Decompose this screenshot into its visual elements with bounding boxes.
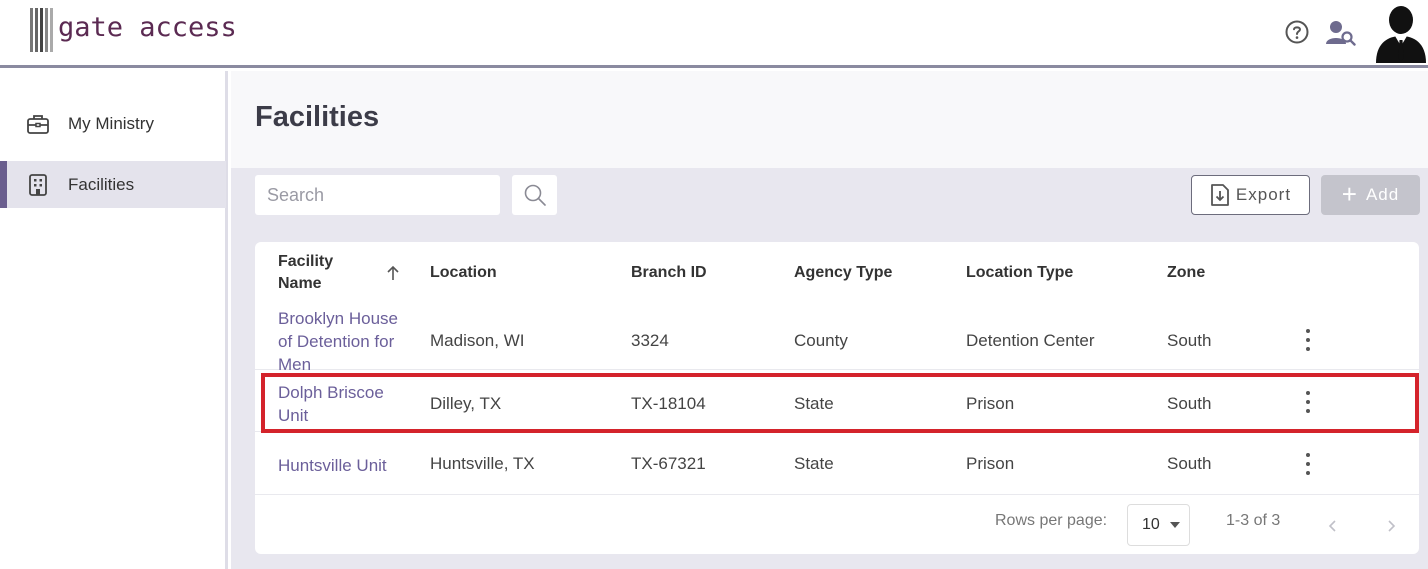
zone-cell: South	[1167, 394, 1212, 413]
sidebar-item-label: My Ministry	[68, 113, 154, 133]
table-row[interactable]: Dolph Briscoe Unit Dilley, TX TX-18104 S…	[255, 370, 1419, 432]
app-logo[interactable]: gate access	[30, 8, 237, 52]
chevron-right-icon[interactable]	[1381, 517, 1401, 535]
caret-down-icon	[1169, 522, 1180, 528]
column-header-location[interactable]: Location	[430, 242, 497, 304]
column-header-agency-type[interactable]: Agency Type	[794, 242, 892, 304]
column-header-zone[interactable]: Zone	[1167, 242, 1205, 304]
agency-type-cell: State	[794, 394, 834, 413]
export-button[interactable]: Export	[1191, 175, 1310, 215]
title-band: Facilities	[231, 71, 1428, 168]
help-circle-icon[interactable]	[1285, 20, 1309, 44]
main-content: Facilities Export + Add Facility Name Lo…	[231, 71, 1428, 569]
sidebar-item-facilities[interactable]: Facilities	[0, 161, 226, 208]
location-cell: Madison, WI	[430, 331, 525, 350]
user-avatar[interactable]	[1374, 3, 1428, 63]
briefcase-icon	[26, 112, 50, 136]
facilities-table: Facility Name Location Branch ID Agency …	[255, 242, 1419, 554]
plus-icon: +	[1341, 178, 1358, 209]
branch-id-cell: TX-67321	[631, 454, 706, 473]
row-menu-icon[interactable]	[1301, 329, 1315, 351]
chevron-left-icon[interactable]	[1323, 517, 1343, 535]
row-menu-icon[interactable]	[1301, 453, 1315, 475]
location-type-cell: Prison	[966, 394, 1015, 413]
page-title: Facilities	[255, 101, 380, 133]
file-download-icon	[1211, 184, 1229, 206]
export-label: Export	[1235, 185, 1292, 204]
logo-bars-icon	[30, 8, 56, 52]
building-icon	[26, 173, 50, 197]
add-label: Add	[1365, 185, 1400, 204]
search-button[interactable]	[512, 175, 557, 215]
rows-per-page-select[interactable]: 10	[1127, 504, 1190, 546]
zone-cell: South	[1167, 331, 1212, 350]
location-cell: Huntsville, TX	[430, 454, 535, 473]
column-header-location-type[interactable]: Location Type	[966, 242, 1073, 304]
location-cell: Dilley, TX	[430, 394, 502, 413]
app-name: gate access	[58, 11, 237, 43]
branch-id-cell: TX-18104	[631, 394, 706, 413]
sidebar-item-label: Facilities	[68, 174, 135, 194]
agency-type-cell: State	[794, 454, 834, 473]
facility-name-link[interactable]: Brooklyn House of Detention for Men	[278, 307, 408, 376]
table-row[interactable]: Brooklyn House of Detention for Men Madi…	[255, 304, 1419, 374]
sidebar: My Ministry Facilities	[0, 71, 228, 569]
rows-per-page-value: 10	[1142, 516, 1160, 533]
search-input[interactable]	[255, 175, 500, 215]
agency-type-cell: County	[794, 331, 848, 350]
sort-ascending-icon[interactable]	[385, 264, 401, 282]
row-menu-icon[interactable]	[1301, 391, 1315, 413]
rows-per-page-label: Rows per page:	[995, 512, 1108, 529]
pagination-range: 1-3 of 3	[1226, 512, 1281, 529]
branch-id-cell: 3324	[631, 331, 669, 350]
table-row[interactable]: Huntsville Unit Huntsville, TX TX-67321 …	[255, 432, 1419, 495]
add-button[interactable]: + Add	[1321, 175, 1420, 215]
search-icon	[524, 184, 546, 206]
column-header-branch-id[interactable]: Branch ID	[631, 242, 707, 304]
location-type-cell: Prison	[966, 454, 1015, 473]
top-header: gate access	[0, 0, 1428, 68]
column-header-facility-name[interactable]: Facility Name	[278, 242, 373, 304]
sidebar-item-my-ministry[interactable]: My Ministry	[0, 100, 226, 147]
zone-cell: South	[1167, 454, 1212, 473]
facility-name-link[interactable]: Huntsville Unit	[278, 454, 387, 477]
user-search-icon[interactable]	[1326, 19, 1356, 47]
facility-name-link[interactable]: Dolph Briscoe Unit	[278, 381, 408, 427]
location-type-cell: Detention Center	[966, 331, 1095, 350]
